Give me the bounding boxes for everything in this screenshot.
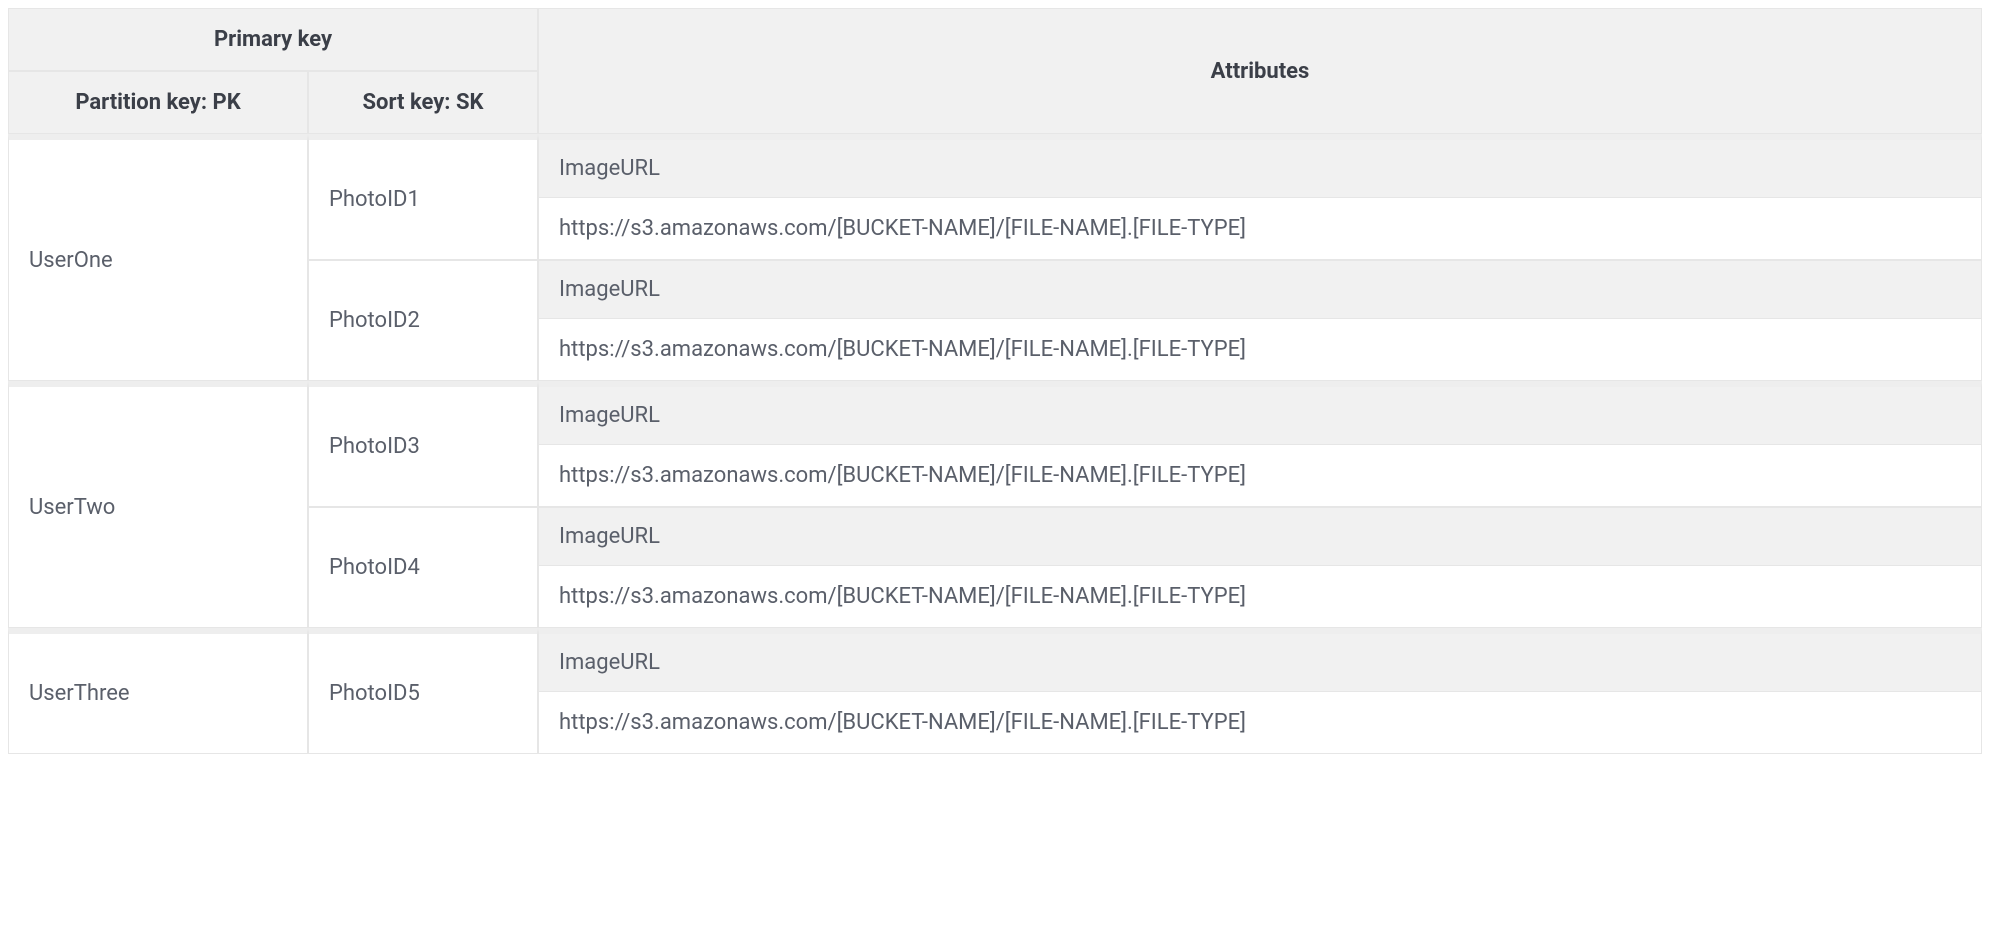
attribute-name: ImageURL [539,634,1981,692]
header-sort-key: Sort key: SK [308,71,538,134]
cell-attribute: ImageURL https://s3.amazonaws.com/[BUCKE… [538,628,1982,754]
cell-sort-key: PhotoID4 [308,507,538,628]
header-partition-key: Partition key: PK [8,71,308,134]
header-primary-key: Primary key [8,8,538,71]
cell-attribute: ImageURL https://s3.amazonaws.com/[BUCKE… [538,134,1982,260]
cell-partition-key: UserTwo [8,381,308,628]
cell-attribute: ImageURL https://s3.amazonaws.com/[BUCKE… [538,507,1982,628]
cell-sort-key: PhotoID2 [308,260,538,381]
table-row: UserThree PhotoID5 ImageURL https://s3.a… [8,628,1982,754]
attribute-value: https://s3.amazonaws.com/[BUCKET-NAME]/[… [539,198,1981,259]
cell-partition-key: UserThree [8,628,308,754]
cell-partition-key: UserOne [8,134,308,381]
header-attributes: Attributes [538,8,1982,134]
dynamodb-schema-table: Primary key Attributes Partition key: PK… [8,8,1982,754]
cell-sort-key: PhotoID1 [308,134,538,260]
attribute-name: ImageURL [539,140,1981,198]
table-row: UserOne PhotoID1 ImageURL https://s3.ama… [8,134,1982,260]
cell-sort-key: PhotoID3 [308,381,538,507]
attribute-value: https://s3.amazonaws.com/[BUCKET-NAME]/[… [539,445,1981,506]
attribute-value: https://s3.amazonaws.com/[BUCKET-NAME]/[… [539,692,1981,753]
table-row: UserTwo PhotoID3 ImageURL https://s3.ama… [8,381,1982,507]
cell-attribute: ImageURL https://s3.amazonaws.com/[BUCKE… [538,381,1982,507]
attribute-name: ImageURL [539,387,1981,445]
attribute-name: ImageURL [539,508,1981,566]
cell-attribute: ImageURL https://s3.amazonaws.com/[BUCKE… [538,260,1982,381]
attribute-name: ImageURL [539,261,1981,319]
attribute-value: https://s3.amazonaws.com/[BUCKET-NAME]/[… [539,566,1981,627]
attribute-value: https://s3.amazonaws.com/[BUCKET-NAME]/[… [539,319,1981,380]
cell-sort-key: PhotoID5 [308,628,538,754]
